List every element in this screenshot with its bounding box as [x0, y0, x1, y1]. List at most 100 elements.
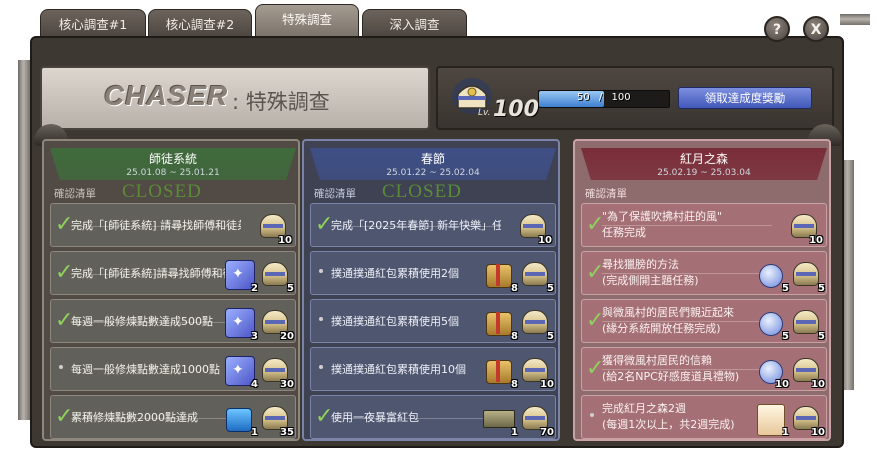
reward-orb-icon[interactable]: 5	[754, 256, 789, 294]
reward-chest-icon[interactable]: 10	[517, 208, 552, 246]
reward-scroll-icon[interactable]: ✦ 3	[223, 304, 258, 342]
mission-row[interactable]: 撲通撲通紅包累積使用5個 8 5	[310, 299, 556, 343]
reward-chest-icon[interactable]: 30	[259, 352, 294, 390]
mission-text: 完成「[師徒系統]請尋找師傅和徒	[71, 266, 241, 282]
mission-row[interactable]: ✓ 獲得微風村居民的信賴 (給2名NPC好感度道具禮物) 10 10	[581, 347, 827, 391]
event-column-1: 春節 25.01.22 ~ 25.02.04 確認清單 CLOSED ✓ 完成「[2025…	[302, 139, 560, 441]
mission-row[interactable]: ✓完成「[師徒系統] 請尋找師傅和徒弟」任務10	[50, 203, 296, 247]
event-title: 紅月之森	[679, 152, 728, 166]
mission-text: 完成紅月之森2週 (每週1次以上，共2週完成)	[602, 401, 772, 433]
mission-text: 撲通撲通紅包累積使用10個	[331, 362, 501, 378]
reward-chest-icon[interactable]: 5	[790, 256, 825, 294]
reward-count: 35	[280, 427, 294, 438]
mission-row[interactable]: 每週一般修煉點數達成1000點 ✦ 4 30	[50, 347, 296, 391]
closed-stamp: CLOSED	[382, 181, 462, 202]
reward-count: 10	[811, 379, 825, 390]
mission-line-1: 每週一般修煉點數達成500點	[71, 315, 213, 328]
mission-row[interactable]: ✓ 尋找獵膀的方法 (完成側開主題任務) 5 5	[581, 251, 827, 295]
reward-gift-icon[interactable]: 8	[483, 256, 518, 294]
mission-line-1: 獲得微風村居民的信賴	[602, 354, 712, 367]
reward-ticket-icon[interactable]: 1	[483, 400, 518, 438]
reward-count: 30	[280, 379, 294, 390]
mission-text: "為了保護吹拂村莊的風" 任務完成	[602, 209, 772, 241]
mission-row[interactable]: ✓ 每週一般修煉點數達成500點 ✦ 3 20	[50, 299, 296, 343]
reward-blue-icon[interactable]: 1	[223, 400, 258, 438]
reward-chest-icon[interactable]: 10	[790, 352, 825, 390]
reward-scroll-icon[interactable]: ✦ 2	[223, 256, 258, 294]
reward-card-icon[interactable]: 1	[754, 400, 789, 438]
mission-line-1: 尋找獵膀的方法	[602, 258, 679, 271]
reward-chest-icon[interactable]: 10	[519, 352, 554, 390]
event-column-2: 紅月之森 25.02.19 ~ 25.03.04 確認清單 ✓ "為了保護吹拂村莊的風"…	[573, 139, 831, 441]
event-title: 師徒系統	[148, 152, 197, 166]
mission-text: 完成「[師徒系統] 請尋找師傅和徒弟」任務	[71, 218, 241, 234]
bullet-icon	[319, 269, 323, 273]
close-button[interactable]: X	[803, 16, 829, 42]
header-title-panel: CHASER : 特殊調查	[40, 66, 430, 130]
reward-gift-icon[interactable]: 8	[483, 304, 518, 342]
mission-text: 撲通撲通紅包累積使用5個	[331, 314, 501, 330]
event-title: 春節	[420, 152, 445, 166]
event-header: 紅月之森 25.02.19 ~ 25.03.04	[581, 148, 827, 180]
reward-chest-icon[interactable]: 5	[259, 256, 294, 294]
reward-chest-icon[interactable]: 10	[788, 208, 823, 246]
reward-count: 5	[782, 331, 789, 342]
mission-line-1: 撲通撲通紅包累積使用10個	[331, 363, 466, 376]
reward-count: 8	[511, 331, 518, 342]
mission-row[interactable]: ✓ "為了保護吹拂村莊的風" 任務完成 10	[581, 203, 827, 247]
mission-row[interactable]: ✓ 與微風村的居民們親近起來 (緣分系統開放任務完成) 5 5	[581, 299, 827, 343]
mission-text: 尋找獵膀的方法 (完成側開主題任務)	[602, 257, 772, 289]
reward-count: 1	[511, 427, 518, 438]
reward-chest-icon[interactable]: 5	[790, 304, 825, 342]
reward-count: 5	[287, 283, 294, 294]
closed-stamp: CLOSED	[122, 181, 202, 202]
help-button[interactable]: ?	[764, 16, 790, 42]
reward-chest-icon[interactable]: 5	[519, 304, 554, 342]
mission-text: 獲得微風村居民的信賴 (給2名NPC好感度道具禮物)	[602, 353, 772, 385]
tab-core-1[interactable]: 核心調查#1	[40, 9, 146, 39]
mission-row[interactable]: 完成紅月之森2週 (每週1次以上，共2週完成) 1 10	[581, 395, 827, 439]
claim-reward-button[interactable]: 領取達成度獎勵	[678, 87, 812, 109]
pipe-top-right	[840, 14, 870, 25]
reward-count: 3	[251, 331, 258, 342]
reward-count: 10	[538, 235, 552, 246]
mission-row[interactable]: ✓ 完成「[師徒系統]請尋找師傅和徒 ✦ 2 5	[50, 251, 296, 295]
level-value: 100	[493, 97, 539, 122]
mission-line-1: 每週一般修煉點數達成1000點	[71, 363, 220, 376]
mission-line-1: 完成「[師徒系統]請尋找師傅和徒	[71, 267, 234, 280]
mission-row[interactable]: 撲通撲通紅包累積使用10個 8 10	[310, 347, 556, 391]
event-dates: 25.01.08 ~ 25.01.21	[126, 168, 220, 178]
reward-orb-icon[interactable]: 10	[754, 352, 789, 390]
tab-core-2[interactable]: 核心調查#2	[148, 9, 252, 39]
reward-orb-icon[interactable]: 5	[754, 304, 789, 342]
mission-line-1: 與微風村的居民們親近起來	[602, 306, 734, 319]
reward-count: 5	[782, 283, 789, 294]
progress-panel: Lv. 100 50 / 100 領取達成度獎勵	[436, 66, 834, 130]
bullet-icon	[319, 317, 323, 321]
tab-deep[interactable]: 深入調查	[362, 9, 467, 39]
reward-chest-icon[interactable]: 20	[259, 304, 294, 342]
mission-text: 與微風村的居民們親近起來 (緣分系統開放任務完成)	[602, 305, 772, 337]
mission-row[interactable]: ✓ 完成「[2025年春節] 新年快樂」任 10	[310, 203, 556, 247]
reward-chest-icon[interactable]: 10	[257, 208, 292, 246]
reward-chest-icon[interactable]: 10	[790, 400, 825, 438]
reward-chest-icon[interactable]: 5	[519, 256, 554, 294]
reward-gift-icon[interactable]: 8	[483, 352, 518, 390]
mission-line-1: 完成「[2025年春節] 新年快樂」任	[331, 219, 501, 232]
mission-row[interactable]: ✓ 使用一夜暴富紅包 1 70	[310, 395, 556, 439]
reward-chest-icon[interactable]: 70	[519, 400, 554, 438]
reward-count: 70	[540, 427, 554, 438]
reward-count: 10	[775, 379, 789, 390]
chaser-logo: CHASER	[104, 80, 229, 111]
bullet-icon	[59, 365, 63, 369]
tab-special[interactable]: 特殊調查	[255, 4, 359, 38]
reward-chest-icon[interactable]: 35	[259, 400, 294, 438]
mission-row[interactable]: 撲通撲通紅包累積使用2個 8 5	[310, 251, 556, 295]
reward-count: 10	[278, 235, 292, 246]
event-dates: 25.01.22 ~ 25.02.04	[386, 168, 480, 178]
mission-row[interactable]: ✓ 累積修煉點數2000點達成 1 35	[50, 395, 296, 439]
mission-line-1: 完成紅月之森2週	[602, 402, 686, 415]
reward-scroll-icon[interactable]: ✦ 4	[223, 352, 258, 390]
reward-count: 4	[251, 379, 258, 390]
reward-count: 2	[251, 283, 258, 294]
